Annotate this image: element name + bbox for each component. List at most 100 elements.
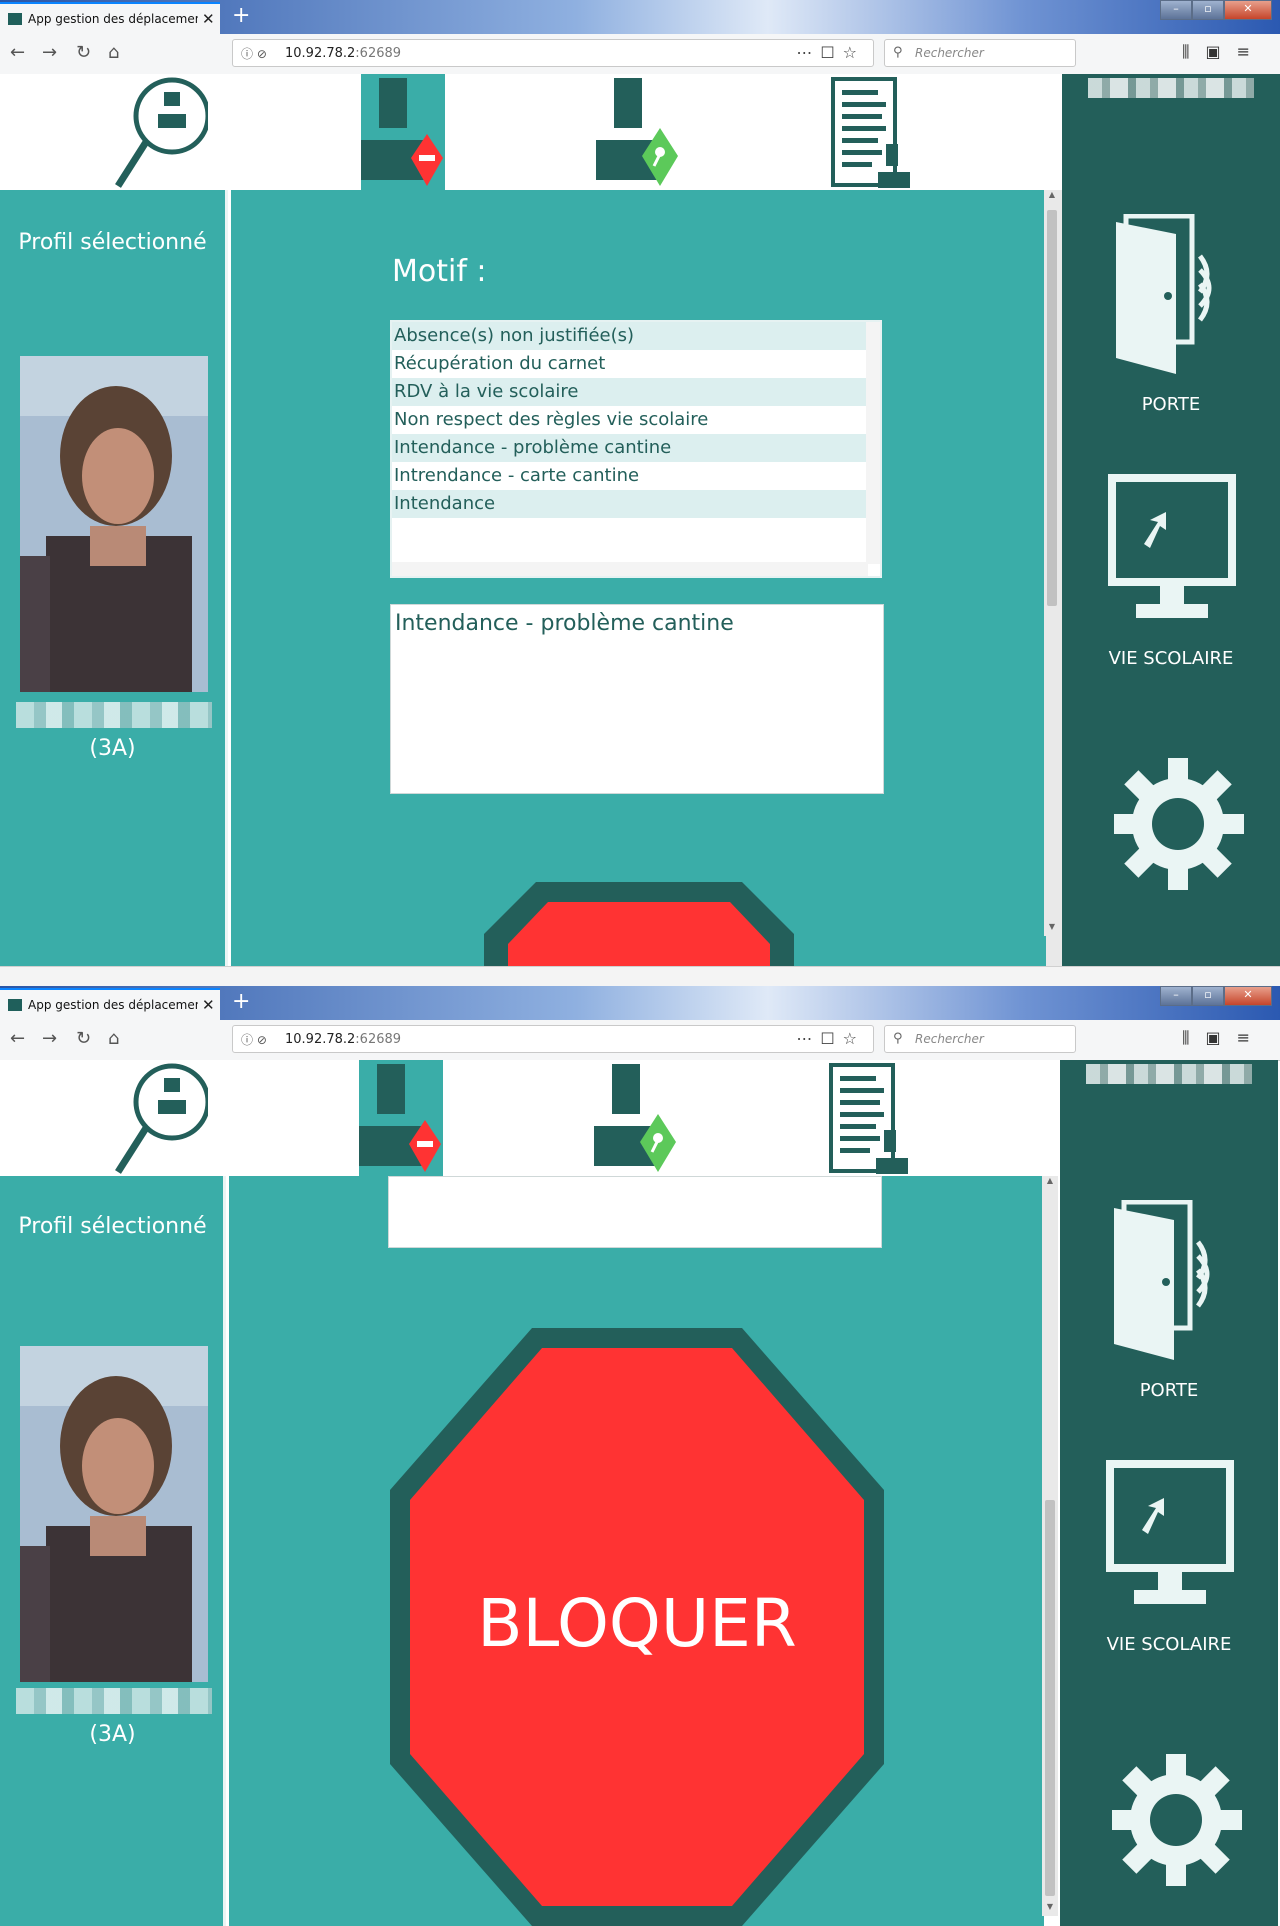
window-close-icon[interactable]: ✕ — [1224, 986, 1272, 1006]
vie-scolaire-label: VIE SCOLAIRE — [1108, 648, 1234, 669]
forward-icon[interactable]: → — [42, 42, 57, 63]
settings-button[interactable] — [1110, 1750, 1242, 1904]
library-menu-icon[interactable]: ⫼▣≡ — [1182, 42, 1266, 62]
door-label: PORTE — [1141, 394, 1201, 415]
block-button-label: BLOQUER — [477, 1585, 796, 1662]
vie-scolaire-button[interactable]: VIE SCOLAIRE — [1106, 1460, 1234, 1655]
settings-button[interactable] — [1112, 754, 1244, 908]
url-bar[interactable]: ⓘ ⊘ 10.92.78.2:62689 ⋯☐☆ — [232, 39, 874, 67]
new-tab-icon[interactable]: + — [232, 989, 250, 1014]
motif-options: Absence(s) non justifiée(s) Récupération … — [392, 322, 880, 518]
listbox-hscroll[interactable] — [392, 562, 868, 576]
motif-option[interactable]: Intendance - problème cantine — [392, 434, 880, 462]
main-content: Motif : Absence(s) non justifiée(s) Récup… — [231, 190, 1062, 966]
motif-textarea-bottom[interactable] — [388, 1176, 882, 1248]
scroll-down-icon[interactable]: ▼ — [1044, 922, 1060, 936]
window-close-icon[interactable]: ✕ — [1224, 0, 1272, 20]
nav-allow-exit[interactable] — [596, 74, 678, 190]
scroll-up-icon[interactable]: ▲ — [1044, 190, 1060, 204]
close-tab-icon[interactable]: ✕ — [202, 10, 215, 28]
new-tab-icon[interactable]: + — [232, 3, 250, 28]
scroll-down-icon[interactable]: ▼ — [1042, 1902, 1058, 1916]
browser-tab[interactable]: App gestion des déplacements ✕ — [0, 988, 220, 1020]
page-actions-icon[interactable]: ⋯☐☆ — [796, 43, 865, 62]
browser-tab[interactable]: App gestion des déplacements ✕ — [0, 2, 220, 34]
maximize-icon[interactable]: ▫ — [1192, 0, 1224, 20]
nav-block-exit[interactable] — [359, 1060, 443, 1176]
door-icon — [1116, 213, 1212, 374]
allow-exit-icon — [596, 78, 678, 186]
home-icon[interactable]: ⌂ — [108, 42, 119, 63]
search-placeholder: Rechercher — [915, 46, 984, 60]
door-button[interactable]: PORTE — [1112, 1199, 1222, 1401]
block-exit-icon — [361, 78, 443, 186]
search-bar[interactable]: ⚲ Rechercher — [884, 39, 1076, 67]
browser-navbar: ← → ↻ ⌂ ⓘ ⊘ 10.92.78.2:62689 ⋯☐☆ ⚲ Reche… — [0, 34, 1280, 75]
gear-icon — [1112, 758, 1244, 890]
scroll-thumb[interactable] — [1047, 210, 1057, 606]
student-name-blurred — [16, 1688, 212, 1714]
forward-icon[interactable]: → — [42, 1028, 57, 1049]
screenshot-separator — [0, 966, 1280, 987]
listbox-vscroll[interactable] — [866, 322, 880, 564]
nav-allow-exit[interactable] — [594, 1060, 676, 1176]
tab-title: App gestion des déplacements — [28, 998, 198, 1012]
scroll-up-icon[interactable]: ▲ — [1042, 1176, 1058, 1190]
close-tab-icon[interactable]: ✕ — [202, 996, 215, 1014]
site-info-icon[interactable]: ⓘ ⊘ — [241, 45, 267, 62]
library-menu-icon[interactable]: ⫼▣≡ — [1182, 1028, 1266, 1048]
page-scrollbar-2[interactable]: ▲ ▼ — [1042, 1176, 1058, 1916]
top-nav — [0, 74, 1062, 190]
motif-listbox[interactable]: Absence(s) non justifiée(s) Récupération … — [390, 320, 882, 578]
vie-scolaire-button[interactable]: VIE SCOLAIRE — [1108, 474, 1236, 669]
window-controls: – ▫ ✕ — [1160, 0, 1272, 20]
motif-option[interactable]: Intendance — [392, 490, 880, 518]
scroll-thumb[interactable] — [1045, 1500, 1055, 1896]
reload-icon[interactable]: ↻ — [76, 1028, 91, 1049]
motif-label: Motif : — [392, 254, 487, 289]
door-icon — [1114, 1199, 1210, 1360]
nav-block-exit[interactable] — [361, 74, 445, 190]
nav-search-student[interactable] — [108, 1060, 211, 1176]
page-scrollbar-1[interactable]: ▲ ▼ — [1044, 190, 1060, 936]
back-icon[interactable]: ← — [10, 42, 25, 63]
user-name-blurred — [1086, 1064, 1252, 1084]
url-text: 10.92.78.2:62689 — [285, 46, 402, 61]
browser-navbar: ← → ↻ ⌂ ⓘ ⊘ 10.92.78.2:62689 ⋯☐☆ ⚲ Reche… — [0, 1020, 1280, 1061]
door-button[interactable]: PORTE — [1114, 213, 1224, 415]
nav-search-student[interactable] — [108, 74, 211, 190]
app-favicon-icon — [8, 999, 22, 1011]
minimize-icon[interactable]: – — [1160, 0, 1192, 20]
motif-option[interactable]: Absence(s) non justifiée(s) — [392, 322, 880, 350]
student-class: (3A) — [89, 1722, 136, 1747]
url-bar[interactable]: ⓘ ⊘ 10.92.78.2:62689 ⋯☐☆ — [232, 1025, 874, 1053]
nav-log-list[interactable] — [830, 74, 912, 190]
back-icon[interactable]: ← — [10, 1028, 25, 1049]
search-icon: ⚲ — [893, 1031, 903, 1046]
allow-exit-icon — [594, 1064, 676, 1172]
block-exit-icon — [359, 1064, 441, 1172]
minimize-icon[interactable]: – — [1160, 986, 1192, 1006]
block-button[interactable]: BLOQUER — [390, 1328, 884, 1926]
gear-icon — [1110, 1754, 1242, 1886]
maximize-icon[interactable]: ▫ — [1192, 986, 1224, 1006]
search-person-icon — [115, 1063, 211, 1174]
reload-icon[interactable]: ↻ — [76, 42, 91, 63]
motif-textarea-value: Intendance - problème cantine — [395, 611, 734, 636]
site-info-icon[interactable]: ⓘ ⊘ — [241, 1031, 267, 1048]
motif-option[interactable]: RDV à la vie scolaire — [392, 378, 880, 406]
profile-column: Profil sélectionné (3A) — [0, 1176, 226, 1926]
home-icon[interactable]: ⌂ — [108, 1028, 119, 1049]
motif-option[interactable]: Non respect des règles vie scolaire — [392, 406, 880, 434]
motif-option[interactable]: Récupération du carnet — [392, 350, 880, 378]
motif-textarea[interactable]: Intendance - problème cantine — [390, 604, 884, 794]
monitor-icon — [1108, 474, 1236, 618]
search-bar[interactable]: ⚲ Rechercher — [884, 1025, 1076, 1053]
stop-button-partial[interactable] — [484, 882, 794, 966]
top-nav — [0, 1060, 1062, 1176]
page-actions-icon[interactable]: ⋯☐☆ — [796, 1029, 865, 1048]
motif-option[interactable]: Intrendance - carte cantine — [392, 462, 880, 490]
app-favicon-icon — [8, 13, 22, 25]
nav-log-list[interactable] — [828, 1060, 910, 1176]
browser-tabbar: App gestion des déplacements ✕ + – ▫ ✕ — [0, 0, 1280, 34]
